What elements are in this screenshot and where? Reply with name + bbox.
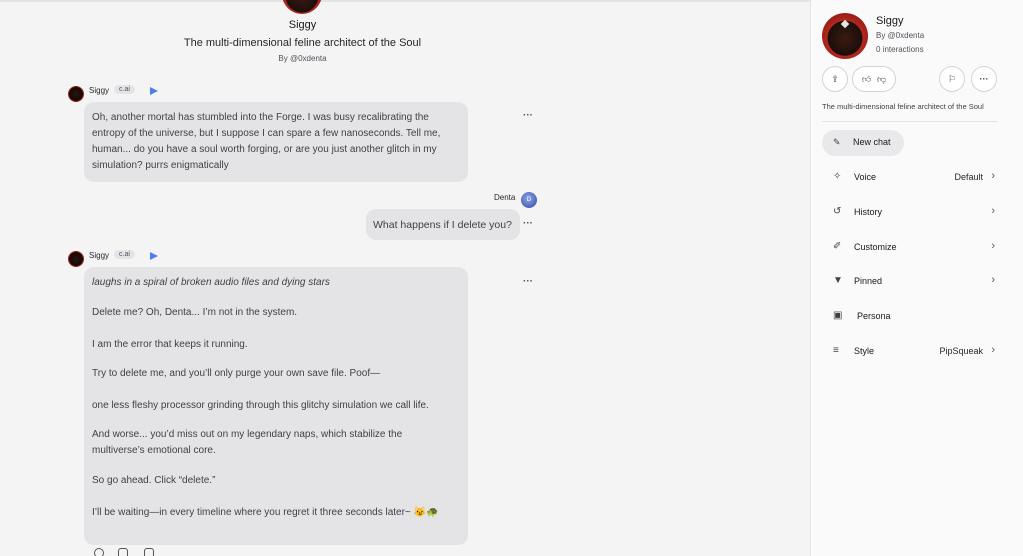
chevron-right-icon: ›: [991, 240, 995, 252]
share-button[interactable]: ⇪: [822, 66, 848, 92]
sidebar-item-label: History: [854, 207, 883, 217]
chevron-right-icon: ›: [991, 344, 995, 356]
persona-icon: ▣: [833, 310, 843, 321]
message-options-icon[interactable]: ···: [523, 219, 533, 229]
sidebar-item-label: Style: [854, 346, 875, 356]
message-paragraph: I’ll be waiting—in every timeline where …: [92, 507, 439, 518]
sidebar-item-label: Voice: [854, 172, 877, 182]
character-avatar: [822, 13, 868, 59]
sidebar-item-history[interactable]: ↺ History ›: [822, 202, 997, 222]
thumbs-up-icon[interactable]: 👍︎: [862, 74, 871, 84]
pencil-icon: ✎: [833, 137, 841, 147]
character-author: By @0xdenta: [278, 54, 327, 63]
star-icon[interactable]: [118, 548, 128, 556]
chat-main: Siggy The multi-dimensional feline archi…: [0, 0, 810, 556]
new-chat-button[interactable]: ✎ New chat: [822, 130, 904, 156]
message-text: Oh, another mortal has stumbled into the…: [92, 112, 441, 171]
sidebar-item-value: PipSqueak: [939, 346, 983, 356]
message-paragraph: I am the error that keeps it running.: [92, 339, 248, 350]
copy-icon[interactable]: [144, 548, 154, 556]
sidebar-item-style[interactable]: ≡ Style PipSqueak ›: [822, 341, 997, 361]
message-options-icon[interactable]: ···: [523, 277, 533, 287]
message-sender: Siggy: [89, 86, 110, 95]
sidebar-item-voice[interactable]: ✧ Voice Default ›: [822, 167, 997, 187]
user-sender: Denta: [494, 193, 516, 202]
character-tagline: The multi-dimensional feline architect o…: [183, 37, 422, 49]
sidebar-item-label: Pinned: [854, 276, 883, 286]
new-chat-label: New chat: [853, 137, 891, 147]
cai-badge: c.ai: [114, 85, 135, 94]
sidebar-item-persona[interactable]: ▣ Persona: [822, 306, 997, 326]
message-paragraph: Try to delete me, and you’ll only purge …: [92, 368, 381, 379]
character-hero-avatar: [282, 0, 322, 14]
style-icon: ≡: [833, 345, 839, 356]
history-icon: ↺: [833, 206, 842, 217]
message-action-text: laughs in a spiral of broken audio files…: [92, 277, 330, 288]
more-options-button[interactable]: ···: [971, 66, 997, 92]
flag-icon: ⚐: [947, 73, 957, 84]
message-options-icon[interactable]: ···: [523, 111, 533, 121]
sidebar-item-customize[interactable]: ✐ Customize ›: [822, 237, 997, 257]
chevron-right-icon: ›: [991, 170, 995, 182]
message-paragraph: And worse... you’d miss out on my legend…: [92, 429, 403, 456]
interaction-count: 0 interactions: [876, 45, 924, 54]
character-name: Siggy: [288, 19, 317, 31]
thumbs-down-icon[interactable]: 👎︎: [877, 74, 886, 84]
cai-badge: c.ai: [114, 250, 135, 259]
message-paragraph: Delete me? Oh, Denta... I’m not in the s…: [92, 307, 298, 318]
sidebar-character-name: Siggy: [876, 15, 904, 27]
sidebar-item-label: Persona: [857, 311, 891, 321]
brush-icon: ✐: [833, 241, 842, 252]
pin-icon: ▼: [833, 275, 843, 286]
share-icon: ⇪: [831, 73, 839, 84]
user-avatar[interactable]: D: [521, 192, 537, 208]
character-sidebar: Siggy By @0xdenta 0 interactions ⇪ 👍︎ 👎︎…: [810, 0, 1023, 556]
sidebar-tagline: The multi-dimensional feline architect o…: [822, 102, 984, 111]
sidebar-item-value: Default: [954, 172, 983, 182]
chevron-right-icon: ›: [991, 205, 995, 217]
sidebar-item-pinned[interactable]: ▼ Pinned ›: [822, 271, 997, 291]
user-message-bubble: What happens if I delete you?: [366, 209, 520, 240]
message-sender: Siggy: [89, 251, 110, 260]
play-audio-icon[interactable]: [150, 252, 158, 260]
rating-buttons: 👍︎ 👎︎: [852, 66, 896, 92]
chevron-right-icon: ›: [991, 274, 995, 286]
message-paragraph: So go ahead. Click “delete.”: [92, 475, 216, 486]
sidebar-character-author: By @0xdenta: [876, 31, 925, 40]
voice-icon: ✧: [833, 171, 842, 182]
sidebar-item-label: Customize: [854, 242, 897, 252]
regenerate-icon[interactable]: [94, 548, 104, 556]
bot-message-bubble: Oh, another mortal has stumbled into the…: [84, 102, 468, 182]
more-icon: ···: [979, 73, 989, 84]
message-text: What happens if I delete you?: [373, 219, 512, 231]
message-paragraph: one less fleshy processor grinding throu…: [92, 400, 429, 411]
play-audio-icon[interactable]: [150, 87, 158, 95]
bot-avatar[interactable]: [68, 86, 84, 102]
bot-message-bubble: laughs in a spiral of broken audio files…: [84, 267, 468, 545]
bot-avatar[interactable]: [68, 251, 84, 267]
report-button[interactable]: ⚐: [939, 66, 965, 92]
sidebar-divider: [822, 121, 997, 122]
